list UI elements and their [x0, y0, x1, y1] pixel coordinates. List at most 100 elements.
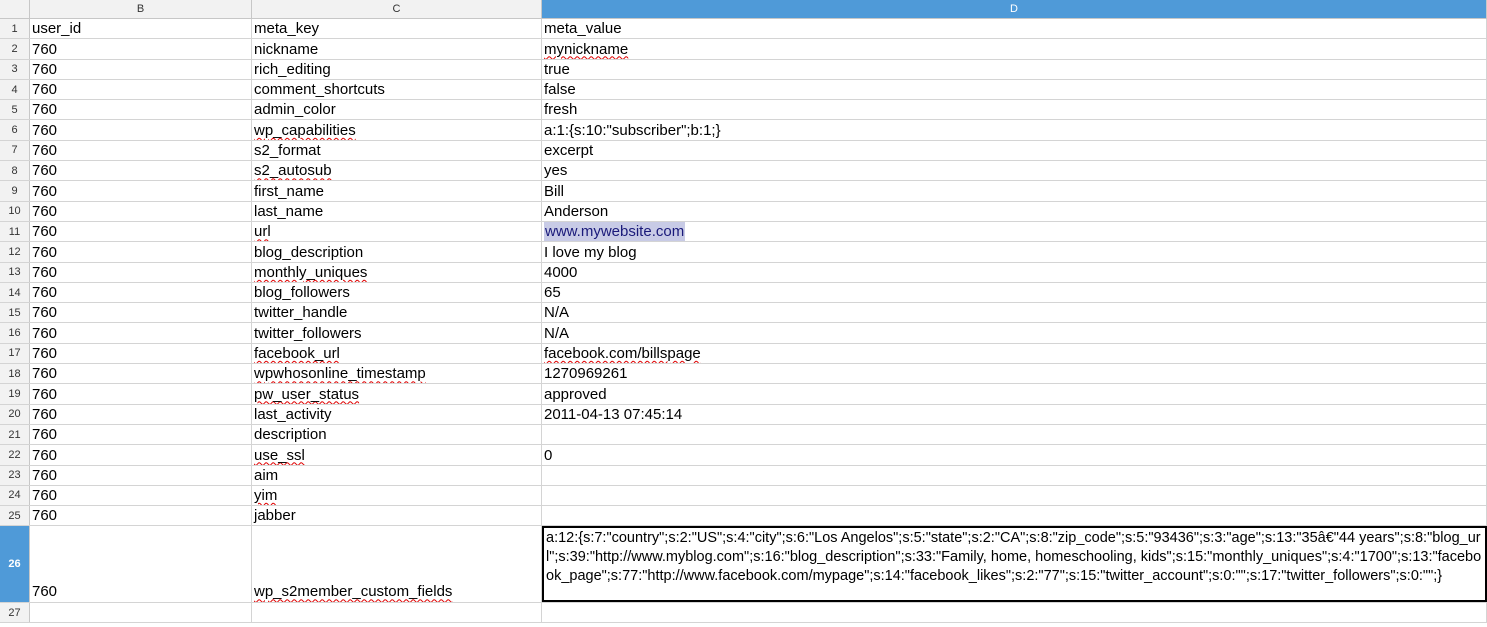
cell-c5[interactable]: admin_color	[252, 100, 542, 120]
row-header-9[interactable]: 9	[0, 181, 30, 201]
row-header-12[interactable]: 12	[0, 242, 30, 262]
cell-c7[interactable]: s2_format	[252, 140, 542, 161]
cell-d21[interactable]	[542, 424, 1487, 445]
cell-b23[interactable]: 760	[30, 465, 252, 485]
row-header-22[interactable]: 22	[0, 445, 30, 465]
cell-b21[interactable]: 760	[30, 424, 252, 445]
cell-b7[interactable]: 760	[30, 140, 252, 161]
cell-c14[interactable]: blog_followers	[252, 282, 542, 303]
cell-c21[interactable]: description	[252, 424, 542, 445]
cell-b25[interactable]: 760	[30, 506, 252, 526]
cell-c11[interactable]: url	[252, 221, 542, 242]
row-header-5[interactable]: 5	[0, 100, 30, 120]
cell-d6[interactable]: a:1:{s:10:"subscriber";b:1;}	[542, 120, 1487, 140]
row-header-27[interactable]: 27	[0, 603, 30, 623]
cell-b5[interactable]: 760	[30, 100, 252, 120]
cell-c6[interactable]: wp_capabilities	[252, 120, 542, 140]
cell-d7[interactable]: excerpt	[542, 140, 1487, 161]
cell-d24[interactable]	[542, 485, 1487, 506]
row-header-26[interactable]: 26	[0, 526, 30, 603]
cell-b13[interactable]: 760	[30, 262, 252, 282]
cell-b16[interactable]: 760	[30, 323, 252, 343]
cell-d25[interactable]	[542, 506, 1487, 526]
row-header-15[interactable]: 15	[0, 303, 30, 323]
cell-b8[interactable]: 760	[30, 161, 252, 181]
cell-b18[interactable]: 760	[30, 364, 252, 384]
row-header-11[interactable]: 11	[0, 221, 30, 242]
cell-d4[interactable]: false	[542, 79, 1487, 100]
column-header-c[interactable]: C	[252, 0, 542, 18]
cell-d14[interactable]: 65	[542, 282, 1487, 303]
cell-d16[interactable]: N/A	[542, 323, 1487, 343]
cell-b27[interactable]	[30, 603, 252, 623]
row-header-10[interactable]: 10	[0, 201, 30, 221]
cell-d17[interactable]: facebook.com/billspage	[542, 343, 1487, 364]
cell-b1[interactable]: user_id	[30, 19, 252, 39]
cell-b24[interactable]: 760	[30, 485, 252, 506]
cell-d3[interactable]: true	[542, 59, 1487, 79]
cell-d12[interactable]: I love my blog	[542, 242, 1487, 262]
cell-c19[interactable]: pw_user_status	[252, 384, 542, 404]
cell-b19[interactable]: 760	[30, 384, 252, 404]
row-header-23[interactable]: 23	[0, 465, 30, 485]
cell-b11[interactable]: 760	[30, 221, 252, 242]
row-header-17[interactable]: 17	[0, 343, 30, 364]
column-header-b[interactable]: B	[30, 0, 252, 18]
cell-d26[interactable]: a:12:{s:7:"country";s:2:"US";s:4:"city";…	[542, 526, 1487, 603]
cell-c16[interactable]: twitter_followers	[252, 323, 542, 343]
row-header-7[interactable]: 7	[0, 140, 30, 161]
cell-c25[interactable]: jabber	[252, 506, 542, 526]
cell-b4[interactable]: 760	[30, 79, 252, 100]
cell-c18[interactable]: wpwhosonline_timestamp	[252, 364, 542, 384]
cell-b15[interactable]: 760	[30, 303, 252, 323]
cell-d18[interactable]: 1270969261	[542, 364, 1487, 384]
row-header-4[interactable]: 4	[0, 79, 30, 100]
cell-b22[interactable]: 760	[30, 445, 252, 465]
cell-c1[interactable]: meta_key	[252, 19, 542, 39]
cell-b20[interactable]: 760	[30, 404, 252, 424]
cell-b14[interactable]: 760	[30, 282, 252, 303]
cell-c27[interactable]	[252, 603, 542, 623]
cell-d11[interactable]: www.mywebsite.com	[542, 221, 1487, 242]
row-header-1[interactable]: 1	[0, 19, 30, 39]
cell-c15[interactable]: twitter_handle	[252, 303, 542, 323]
cell-d5[interactable]: fresh	[542, 100, 1487, 120]
cell-c4[interactable]: comment_shortcuts	[252, 79, 542, 100]
row-header-14[interactable]: 14	[0, 282, 30, 303]
cell-d23[interactable]	[542, 465, 1487, 485]
row-header-19[interactable]: 19	[0, 384, 30, 404]
cell-d20[interactable]: 2011-04-13 07:45:14	[542, 404, 1487, 424]
cell-d2[interactable]: mynickname	[542, 39, 1487, 59]
row-header-2[interactable]: 2	[0, 39, 30, 59]
cell-c26[interactable]: wp_s2member_custom_fields	[252, 526, 542, 603]
cell-d9[interactable]: Bill	[542, 181, 1487, 201]
cell-b10[interactable]: 760	[30, 201, 252, 221]
cell-c9[interactable]: first_name	[252, 181, 542, 201]
cell-c12[interactable]: blog_description	[252, 242, 542, 262]
cell-c8[interactable]: s2_autosub	[252, 161, 542, 181]
row-header-8[interactable]: 8	[0, 161, 30, 181]
cell-d8[interactable]: yes	[542, 161, 1487, 181]
select-all-corner[interactable]	[0, 0, 30, 18]
cell-d10[interactable]: Anderson	[542, 201, 1487, 221]
cell-c13[interactable]: monthly_uniques	[252, 262, 542, 282]
row-header-18[interactable]: 18	[0, 364, 30, 384]
column-header-d[interactable]: D	[542, 0, 1487, 18]
row-header-24[interactable]: 24	[0, 485, 30, 506]
cell-d22[interactable]: 0	[542, 445, 1487, 465]
cell-b12[interactable]: 760	[30, 242, 252, 262]
cell-c20[interactable]: last_activity	[252, 404, 542, 424]
row-header-13[interactable]: 13	[0, 262, 30, 282]
cell-c24[interactable]: yim	[252, 485, 542, 506]
cell-c2[interactable]: nickname	[252, 39, 542, 59]
cell-d19[interactable]: approved	[542, 384, 1487, 404]
row-header-3[interactable]: 3	[0, 59, 30, 79]
cell-d15[interactable]: N/A	[542, 303, 1487, 323]
cell-b3[interactable]: 760	[30, 59, 252, 79]
cell-d27[interactable]	[542, 603, 1487, 623]
cell-b2[interactable]: 760	[30, 39, 252, 59]
row-header-25[interactable]: 25	[0, 506, 30, 526]
cell-b26[interactable]: 760	[30, 526, 252, 603]
row-header-6[interactable]: 6	[0, 120, 30, 140]
cell-b6[interactable]: 760	[30, 120, 252, 140]
